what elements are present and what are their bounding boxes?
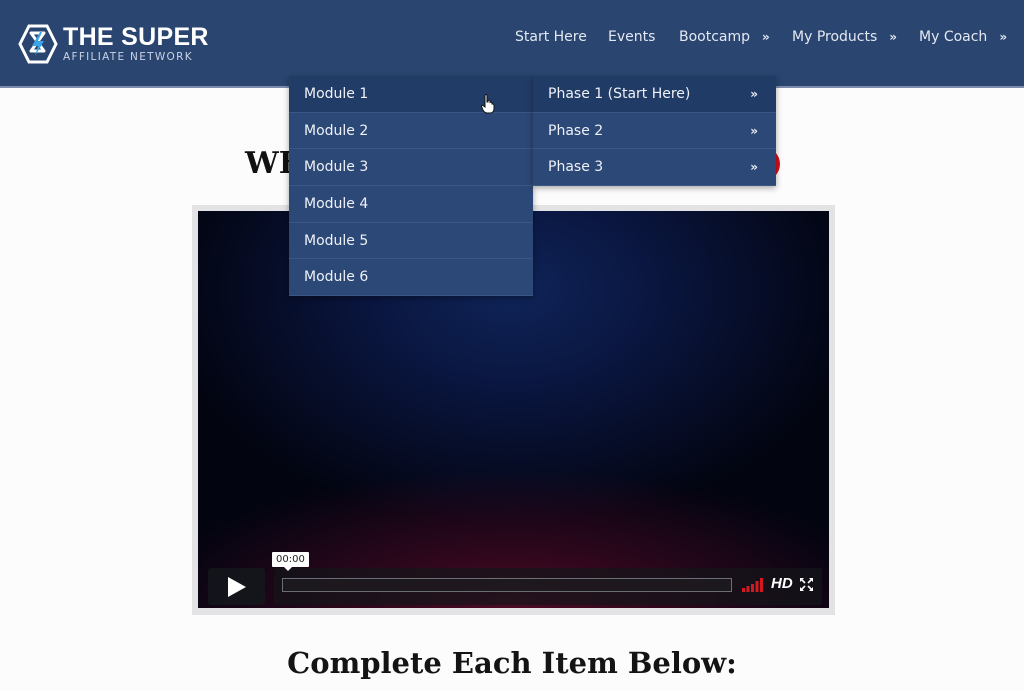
play-button[interactable]: [208, 568, 265, 605]
progress-bar[interactable]: 00:00: [272, 552, 732, 592]
nav-label: Start Here: [515, 29, 587, 45]
section-title: Complete Each Item Below:: [287, 646, 737, 680]
submenu-label: Phase 1 (Start Here): [548, 86, 691, 102]
module-1-submenu: Phase 1 (Start Here) » Phase 2 » Phase 3…: [533, 76, 776, 187]
submenu-item-phase-1[interactable]: Phase 1 (Start Here) »: [533, 76, 776, 113]
fullscreen-icon[interactable]: [800, 578, 813, 591]
menu-item-module-5[interactable]: Module 5: [289, 223, 533, 260]
menu-item-module-3[interactable]: Module 3: [289, 149, 533, 187]
nav-label: My Coach: [919, 29, 988, 45]
logo-subtitle: AFFILIATE NETWORK: [63, 51, 193, 64]
chevron-right-icon: »: [762, 30, 770, 44]
menu-item-module-4[interactable]: Module 4: [289, 186, 533, 223]
site-header: THE SUPER AFFILIATE NETWORK Start Here E…: [0, 0, 1024, 88]
submenu-label: Phase 3: [548, 159, 604, 176]
menu-item-module-1[interactable]: Module 1: [289, 76, 533, 113]
nav-label: Bootcamp: [679, 29, 751, 45]
submenu-label: Phase 2: [548, 122, 604, 139]
bootcamp-dropdown-menu: Module 1 Module 2 Module 3 Module 4 Modu…: [289, 76, 533, 297]
hd-quality-button[interactable]: HD: [771, 575, 793, 592]
menu-item-module-6[interactable]: Module 6: [289, 259, 533, 297]
video-controls: 00:00 HD: [272, 552, 822, 605]
chevron-right-icon: »: [889, 30, 898, 44]
menu-item-module-2[interactable]: Module 2: [289, 113, 533, 150]
chevron-right-icon: »: [750, 87, 758, 101]
time-tooltip: 00:00: [272, 552, 309, 571]
main-nav: Start Here Events Bootcamp » My Products »…: [0, 29, 1024, 49]
nav-item-events[interactable]: Events: [608, 29, 655, 45]
submenu-item-phase-3[interactable]: Phase 3 »: [533, 149, 776, 187]
submenu-item-phase-2[interactable]: Phase 2 »: [533, 113, 776, 150]
chevron-right-icon: »: [750, 160, 758, 175]
volume-icon[interactable]: [742, 578, 764, 592]
hand-pointer-cursor-icon: [481, 94, 495, 114]
nav-item-start-here[interactable]: Start Here: [515, 29, 587, 45]
nav-item-my-coach[interactable]: My Coach »: [919, 29, 1007, 45]
nav-item-bootcamp[interactable]: Bootcamp »: [679, 29, 770, 45]
nav-label: My Products: [792, 29, 878, 45]
play-icon: [228, 577, 246, 597]
chevron-right-icon: »: [999, 30, 1008, 44]
nav-label: Events: [608, 29, 656, 45]
chevron-right-icon: »: [750, 123, 758, 138]
nav-item-my-products[interactable]: My Products »: [792, 29, 897, 45]
